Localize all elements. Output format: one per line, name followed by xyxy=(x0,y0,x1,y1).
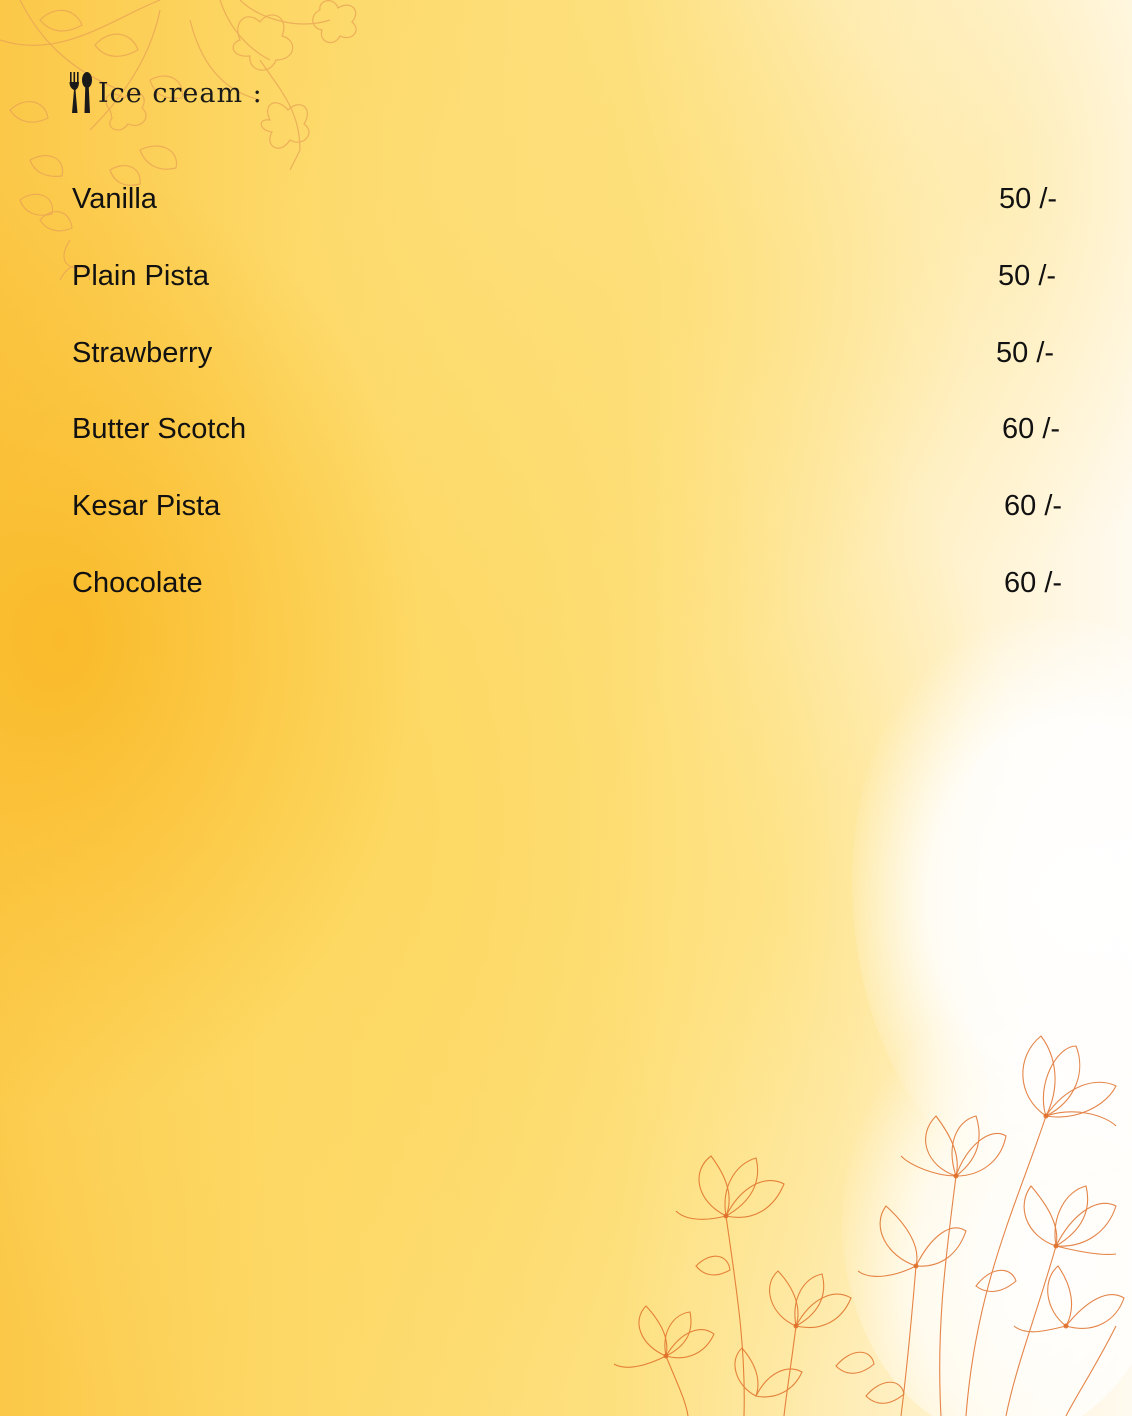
menu-item-price: 50 /- xyxy=(996,337,1055,369)
menu-item-name: Vanilla xyxy=(72,183,157,215)
floral-decoration-topleft xyxy=(0,0,357,281)
menu-item-name: Kesar Pista xyxy=(72,490,221,522)
menu-item-name: Butter Scotch xyxy=(72,413,247,445)
menu-item-name: Plain Pista xyxy=(72,260,210,292)
menu-item-price: 50 /- xyxy=(998,260,1057,292)
menu-item-name: Strawberry xyxy=(72,337,213,369)
menu-item-price: 50 /- xyxy=(999,183,1058,215)
section-title: Ice cream : xyxy=(98,77,263,109)
menu-item-price: 60 /- xyxy=(1002,413,1061,445)
fork-spoon-icon xyxy=(69,72,92,113)
menu-item-name: Chocolate xyxy=(72,567,203,599)
menu-item-price: 60 /- xyxy=(1004,490,1063,522)
menu-item-price: 60 /- xyxy=(1004,567,1063,599)
section-heading: Ice cream : xyxy=(66,70,263,116)
floral-decoration-bottomright xyxy=(613,1035,1125,1416)
menu-page: Ice cream : Vanilla 50 /- Plain Pista 50… xyxy=(0,0,1132,1416)
